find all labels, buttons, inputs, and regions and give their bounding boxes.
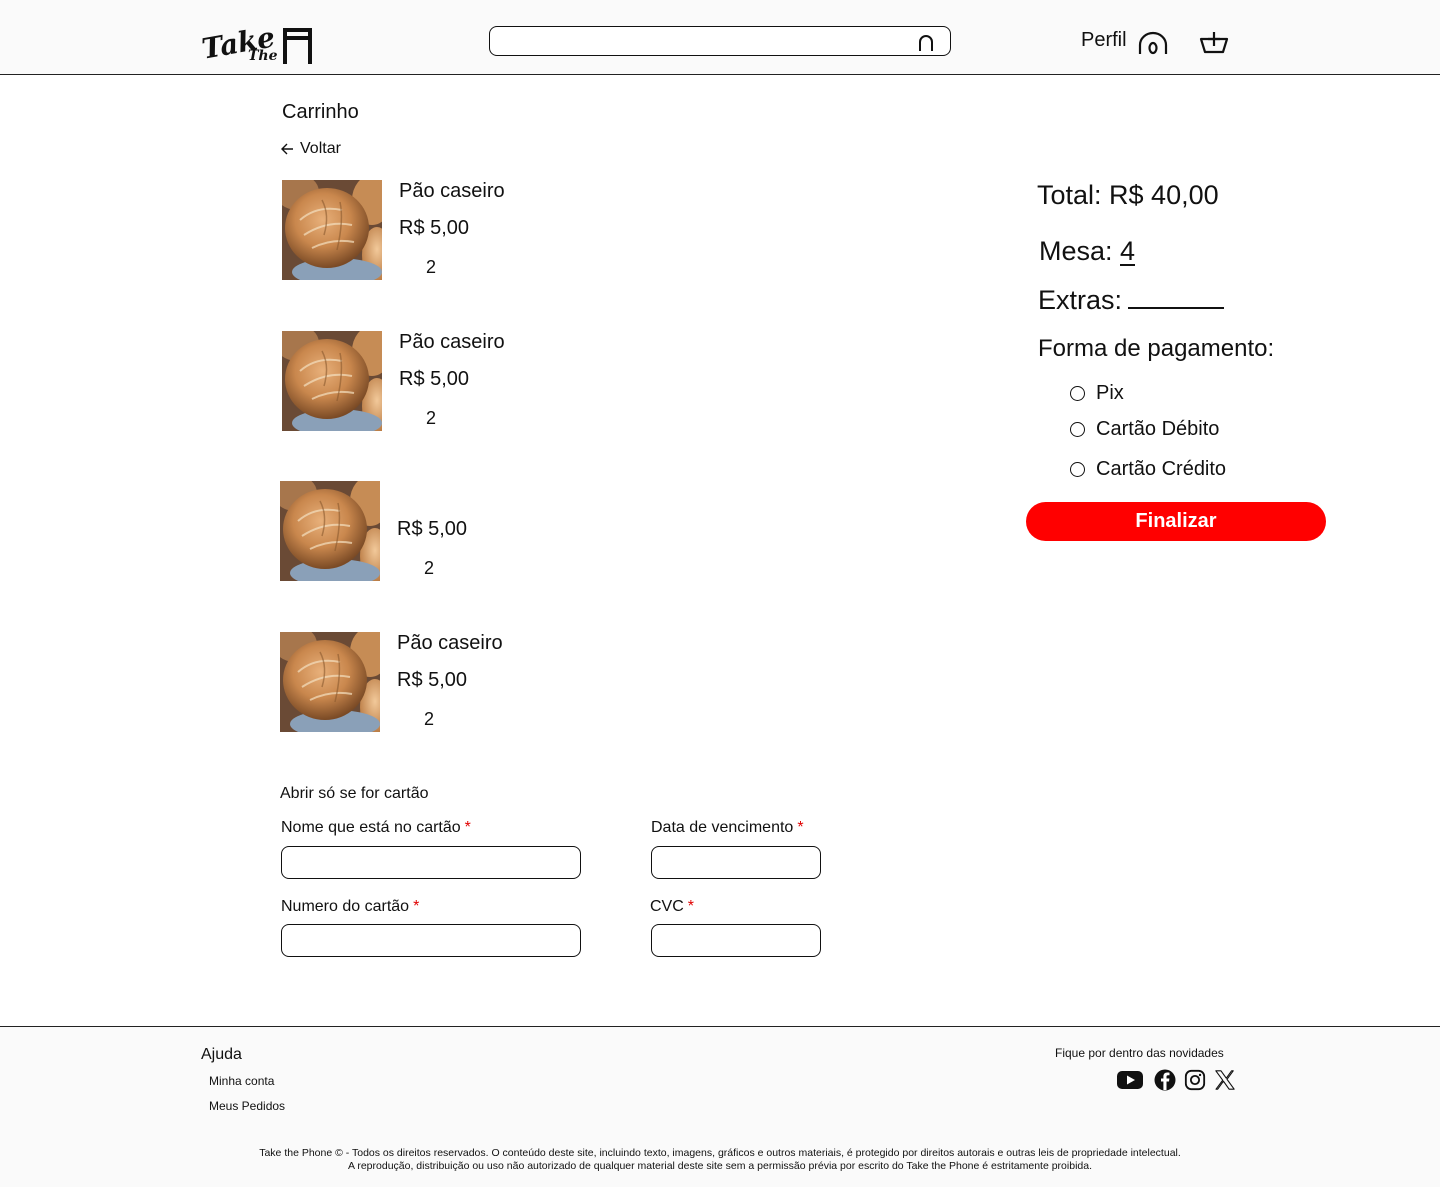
required-mark: * (464, 819, 471, 836)
required-mark: * (413, 898, 420, 915)
expiry-date-input[interactable] (651, 846, 821, 879)
logo[interactable]: Take The (200, 16, 315, 66)
label-text: Data de vencimento (651, 819, 794, 836)
product-name: Pão caseiro (399, 180, 505, 202)
youtube-icon[interactable] (1117, 1068, 1143, 1092)
my-account-link[interactable]: Minha conta (209, 1074, 274, 1088)
label-text: CVC (650, 898, 684, 915)
cart-item: Pão caseiro R$ 5,00 2 (282, 180, 682, 280)
cvc-input[interactable] (651, 924, 821, 957)
payment-option-pix[interactable]: Pix (1070, 382, 1124, 405)
radio-button[interactable] (1070, 422, 1085, 437)
profile-link[interactable]: Perfil (1081, 29, 1127, 52)
product-quantity[interactable]: 2 (424, 709, 434, 730)
x-icon[interactable] (1214, 1068, 1236, 1092)
extras-label: Extras: (1038, 285, 1123, 315)
required-mark: * (797, 819, 804, 836)
radio-button[interactable] (1070, 386, 1085, 401)
help-title: Ajuda (201, 1046, 242, 1063)
card-section-note: Abrir só se for cartão (280, 785, 429, 802)
instagram-icon[interactable] (1184, 1068, 1206, 1092)
copyright-line: Take the Phone © - Todos os direitos res… (259, 1147, 1181, 1159)
search-icon[interactable] (918, 34, 934, 52)
newsletter-text: Fique por dentro das novidades (1055, 1046, 1224, 1060)
search-input[interactable] (500, 27, 920, 53)
card-number-input[interactable] (281, 924, 581, 957)
product-price: R$ 5,00 (397, 669, 468, 691)
logo-word-the: The (248, 48, 278, 64)
product-image (282, 331, 382, 431)
back-label: Voltar (300, 140, 341, 157)
table-label: Mesa: (1039, 236, 1113, 266)
product-price: R$ 5,00 (397, 518, 468, 540)
expiry-date-label: Data de vencimento * (651, 819, 804, 837)
order-total: Total: R$ 40,00 (1037, 180, 1219, 210)
label-text: Nome que está no cartão (281, 819, 461, 836)
label-text: Numero do cartão (281, 898, 410, 915)
product-price: R$ 5,00 (399, 217, 470, 239)
payment-option-label: Cartão Crédito (1096, 458, 1227, 480)
payment-option-credit[interactable]: Cartão Crédito (1070, 458, 1226, 481)
payment-option-label: Pix (1096, 382, 1124, 404)
table-number: Mesa: 4 (1039, 236, 1136, 267)
product-image (280, 632, 380, 732)
header: Take The Perfil (0, 0, 1440, 75)
required-mark: * (687, 898, 695, 915)
payment-method-title: Forma de pagamento: (1038, 335, 1275, 362)
payment-option-debit[interactable]: Cartão Débito (1070, 418, 1219, 441)
profile-icon[interactable] (1138, 31, 1168, 55)
copyright-line: A reprodução, distribuição ou uso não au… (348, 1160, 1092, 1172)
cart-icon[interactable] (1199, 30, 1229, 54)
arrow-left-icon (281, 143, 293, 155)
table-value[interactable]: 4 (1120, 238, 1136, 266)
finalize-button[interactable]: Finalizar (1026, 502, 1326, 541)
cart-item: R$ 5,00 2 (280, 481, 680, 581)
cart-item: Pão caseiro R$ 5,00 2 (280, 632, 680, 732)
card-name-input[interactable] (281, 846, 581, 879)
my-orders-link[interactable]: Meus Pedidos (209, 1099, 285, 1113)
facebook-icon[interactable] (1153, 1068, 1177, 1092)
product-image (280, 481, 380, 581)
cvc-label: CVC * (650, 898, 694, 916)
product-name: Pão caseiro (397, 632, 503, 654)
payment-option-label: Cartão Débito (1096, 418, 1220, 440)
product-quantity[interactable]: 2 (426, 257, 436, 278)
card-number-label: Numero do cartão * (281, 898, 419, 916)
product-image (282, 180, 382, 280)
page-title: Carrinho (282, 101, 359, 123)
footer: Ajuda Minha conta Meus Pedidos Fique por… (0, 1026, 1440, 1187)
card-name-label: Nome que está no cartão * (281, 819, 471, 837)
cart-item: Pão caseiro R$ 5,00 2 (282, 331, 682, 431)
back-link[interactable]: Voltar (281, 140, 341, 158)
radio-button[interactable] (1070, 462, 1085, 477)
product-quantity[interactable]: 2 (424, 558, 434, 579)
product-quantity[interactable]: 2 (426, 408, 436, 429)
copyright-text: Take the Phone © - Todos os direitos res… (0, 1147, 1440, 1173)
product-name: Pão caseiro (399, 331, 505, 353)
search-bar[interactable] (489, 26, 951, 56)
product-price: R$ 5,00 (399, 368, 470, 390)
extras-field[interactable] (1128, 307, 1224, 309)
